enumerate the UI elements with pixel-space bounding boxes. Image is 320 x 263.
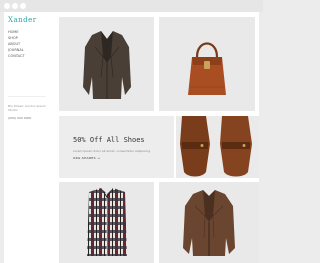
promo-title: 50% Off All Shoes	[73, 136, 145, 144]
handbag-image	[188, 42, 226, 95]
browser-toolbar	[0, 0, 263, 12]
window-minimize-dot[interactable]	[12, 3, 18, 9]
promo-shop-link[interactable]: ORG.SHARES →	[73, 156, 100, 160]
sidebar-divider	[8, 96, 46, 97]
brown-leather-jacket-image	[183, 190, 235, 256]
leather-shoes-image	[180, 116, 252, 177]
promo-subtitle: Lorem ipsum dolor sit amet, consectetur …	[73, 149, 151, 153]
web-page: Xander HOME SHOP ABOUT JOURNAL CONTACT B…	[4, 12, 259, 263]
product-tile-handbag[interactable]	[159, 17, 255, 111]
window-close-dot[interactable]	[4, 3, 10, 9]
sidebar-address: Blo Street, London Ipsum Studio	[8, 104, 46, 112]
browser-window: Xander HOME SHOP ABOUT JOURNAL CONTACT B…	[0, 0, 263, 263]
product-tile-shoes[interactable]	[176, 116, 259, 178]
plaid-shirt-image	[87, 188, 127, 256]
leather-jacket-image	[83, 31, 131, 99]
sidebar-nav: HOME SHOP ABOUT JOURNAL CONTACT	[8, 29, 25, 59]
nav-item-contact[interactable]: CONTACT	[8, 53, 25, 59]
product-tile-jacket[interactable]	[59, 17, 154, 111]
product-tile-shirt[interactable]	[59, 182, 154, 263]
product-tile-jacket-2[interactable]	[159, 182, 259, 263]
sidebar-phone: (000) 000 0000	[8, 116, 32, 120]
promo-banner[interactable]: 50% Off All Shoes Lorem ipsum dolor sit …	[59, 116, 174, 178]
window-maximize-dot[interactable]	[20, 3, 26, 9]
site-logo[interactable]: Xander	[8, 16, 37, 24]
